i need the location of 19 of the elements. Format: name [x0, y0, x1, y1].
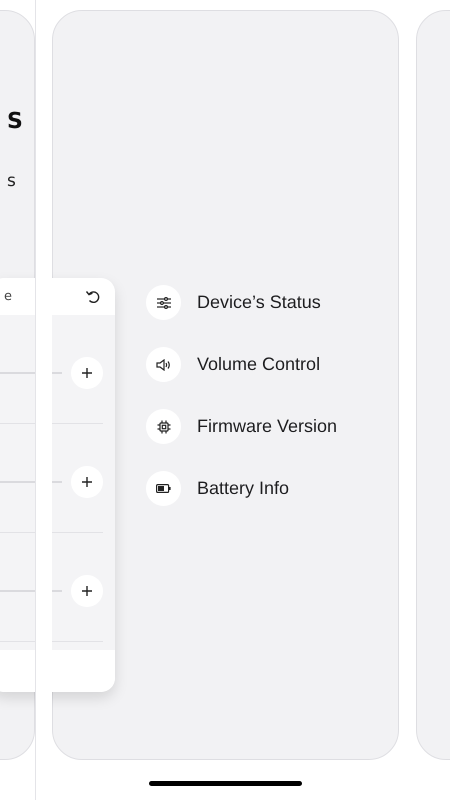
reset-button[interactable] — [85, 290, 101, 304]
plus-icon — [81, 476, 93, 488]
card-subtitle: s — [7, 171, 16, 191]
card-title: S — [7, 109, 23, 134]
plus-icon — [81, 367, 93, 379]
panel-title: e — [4, 289, 12, 304]
plus-button[interactable] — [71, 357, 103, 389]
sliders-icon — [156, 296, 170, 308]
chip-icon — [156, 420, 170, 434]
plus-button[interactable] — [71, 575, 103, 607]
battery-icon — [156, 484, 171, 493]
menu-item[interactable]: Battery Info — [146, 471, 338, 506]
plus-icon — [81, 585, 93, 597]
reset-icon — [85, 290, 101, 304]
plus-button[interactable] — [71, 466, 103, 498]
speaker-icon — [156, 358, 171, 370]
menu-item[interactable]: Device’s Status — [146, 285, 338, 320]
menu-item[interactable]: Firmware Version — [146, 409, 338, 444]
menu-item[interactable]: Volume Control — [146, 347, 338, 382]
